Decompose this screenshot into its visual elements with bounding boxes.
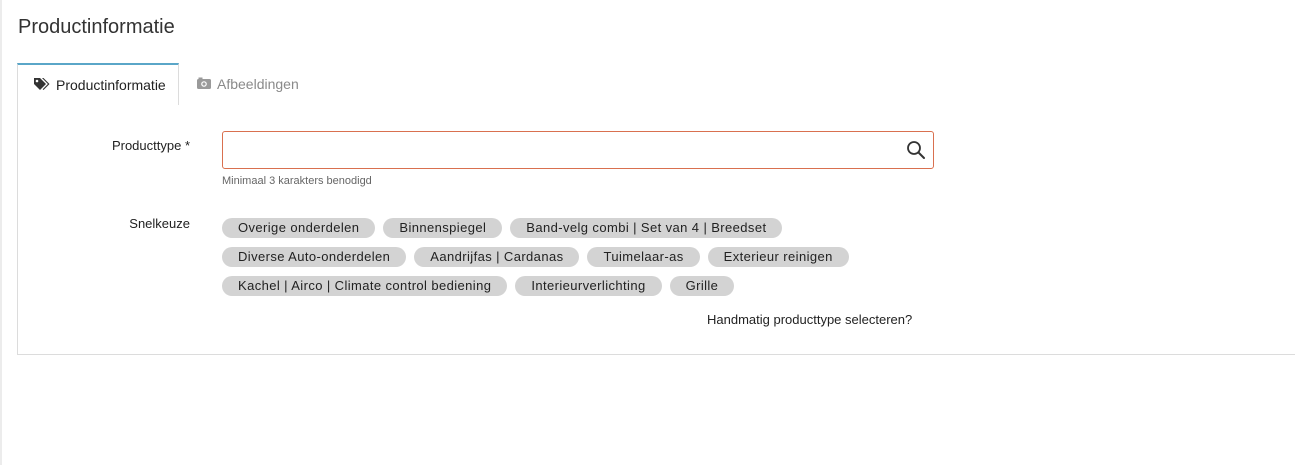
- search-icon[interactable]: [906, 140, 926, 160]
- tab-bar: Productinformatie Afbeeldingen: [17, 63, 1295, 105]
- snelkeuze-label: Snelkeuze: [129, 216, 190, 231]
- producttype-field: [222, 131, 934, 169]
- left-edge: [0, 0, 2, 465]
- chip-exterieur-reinigen[interactable]: Exterieur reinigen: [707, 247, 849, 267]
- chip-kachel-airco[interactable]: Kachel | Airco | Climate control bedieni…: [222, 276, 508, 296]
- page-title: Productinformatie: [18, 16, 175, 38]
- chip-binnenspiegel[interactable]: Binnenspiegel: [383, 218, 503, 238]
- producttype-input[interactable]: [223, 132, 893, 168]
- camera-icon: [197, 76, 211, 92]
- chip-band-velg-combi[interactable]: Band-velg combi | Set van 4 | Breedset: [510, 218, 783, 238]
- chip-aandrijfas-cardanas[interactable]: Aandrijfas | Cardanas: [414, 247, 580, 267]
- tab-label: Productinformatie: [56, 77, 166, 93]
- chip-interieurverlichting[interactable]: Interieurverlichting: [515, 276, 662, 296]
- chip-tuimelaar-as[interactable]: Tuimelaar-as: [587, 247, 700, 267]
- chip-row: Overige onderdelen Binnenspiegel Band-ve…: [222, 218, 942, 238]
- page: Productinformatie Productinformatie Afbe…: [0, 0, 1295, 465]
- tab-label: Afbeeldingen: [217, 76, 299, 92]
- tags-icon: [33, 77, 50, 94]
- producttype-hint: Minimaal 3 karakters benodigd: [222, 175, 372, 187]
- chip-overige-onderdelen[interactable]: Overige onderdelen: [222, 218, 376, 238]
- chip-diverse-auto-onderdelen[interactable]: Diverse Auto-onderdelen: [222, 247, 407, 267]
- snelkeuze-chips: Overige onderdelen Binnenspiegel Band-ve…: [222, 218, 942, 305]
- tab-productinformatie[interactable]: Productinformatie: [17, 63, 179, 105]
- chip-row: Kachel | Airco | Climate control bedieni…: [222, 276, 942, 296]
- producttype-label: Producttype *: [111, 138, 190, 153]
- chip-grille[interactable]: Grille: [669, 276, 735, 296]
- chip-row: Diverse Auto-onderdelen Aandrijfas | Car…: [222, 247, 942, 267]
- tab-afbeeldingen[interactable]: Afbeeldingen: [195, 63, 299, 105]
- manual-producttype-link[interactable]: Handmatig producttype selecteren?: [707, 312, 912, 327]
